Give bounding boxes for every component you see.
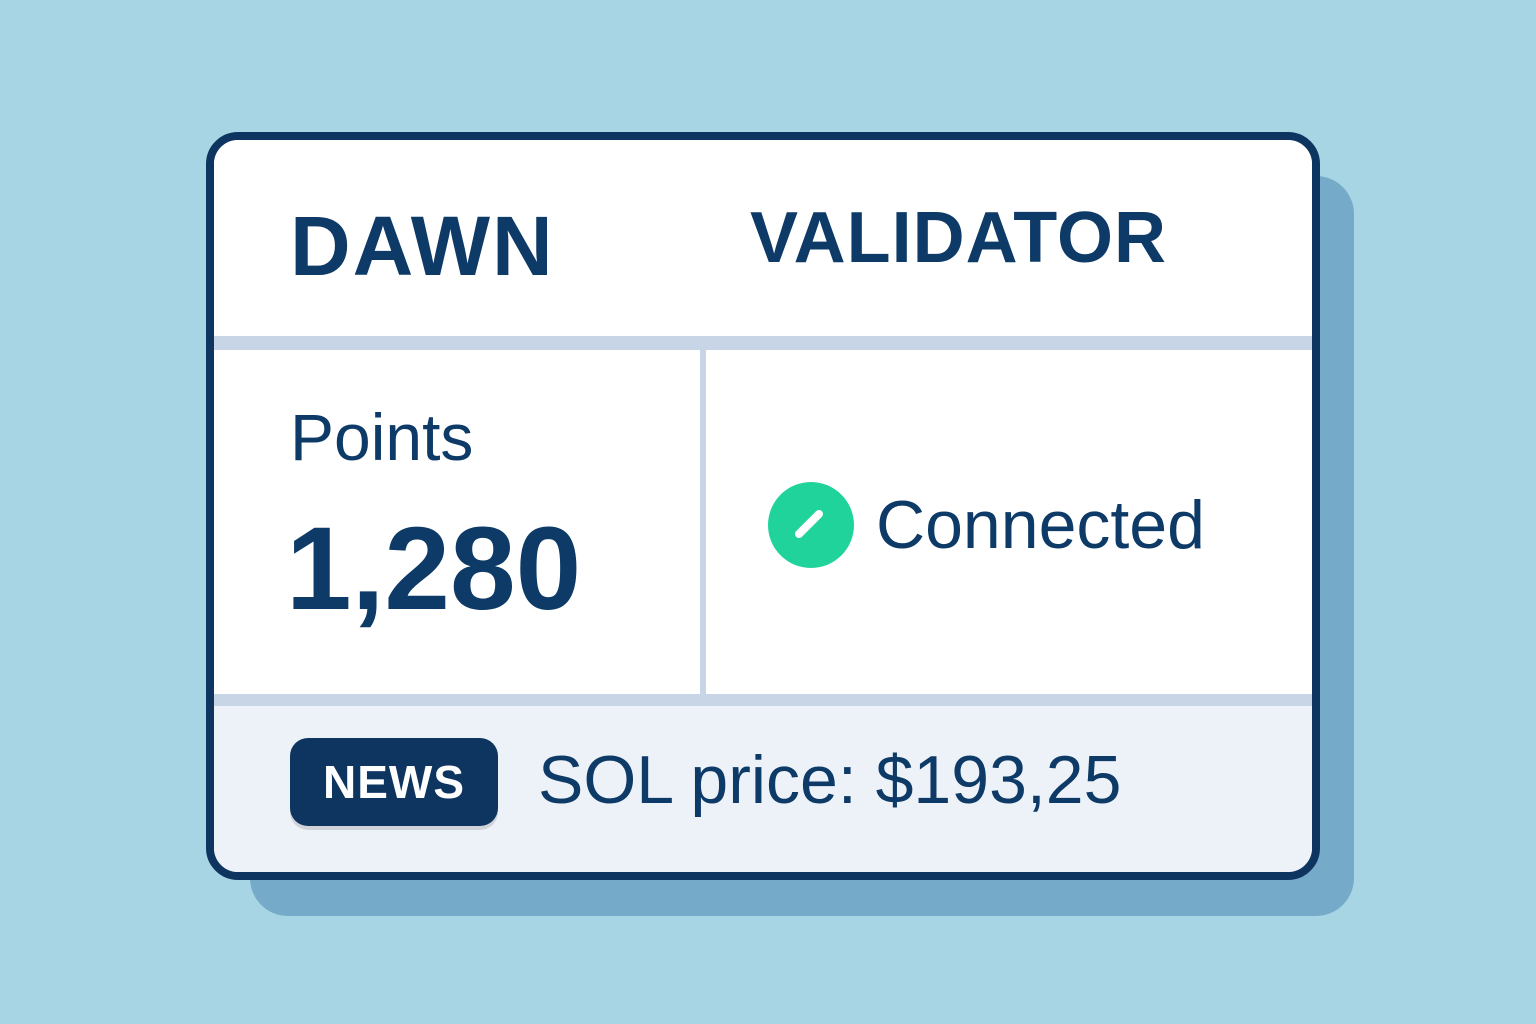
connection-status-label: Connected [876, 487, 1205, 563]
widget-header: DAWN VALIDATOR [214, 140, 1312, 336]
check-circle-icon [768, 482, 854, 568]
validator-widget: DAWN VALIDATOR Points 1,280 Connected NE… [206, 132, 1320, 880]
header-divider [214, 336, 1312, 350]
points-label: Points [290, 400, 474, 474]
product-title: VALIDATOR [750, 198, 1167, 278]
main-panel: Points 1,280 Connected [214, 350, 1312, 694]
main-vertical-divider [700, 350, 706, 694]
news-badge: NEWS [290, 738, 498, 826]
news-bar: NEWS SOL price: $193,25 [214, 706, 1312, 872]
news-text: SOL price: $193,25 [538, 742, 1122, 818]
connection-status: Connected [768, 482, 1205, 568]
brand-title: DAWN [290, 199, 555, 293]
footer-divider [214, 694, 1312, 706]
points-value: 1,280 [286, 503, 582, 635]
